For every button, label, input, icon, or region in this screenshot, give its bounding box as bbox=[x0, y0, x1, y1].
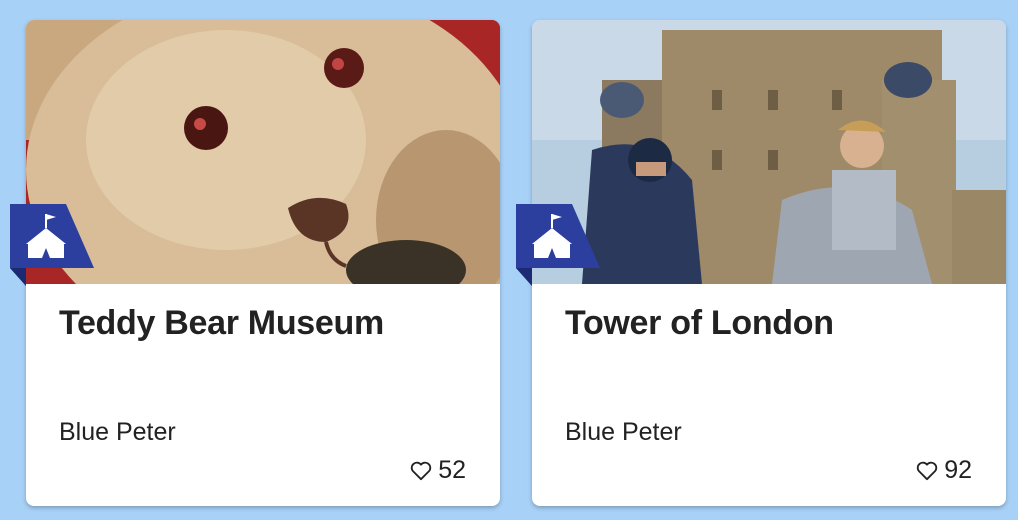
likes-count[interactable]: 92 bbox=[916, 456, 972, 485]
likes-count[interactable]: 52 bbox=[410, 456, 466, 485]
card-title[interactable]: Tower of London bbox=[565, 304, 985, 343]
card-channel: Blue Peter bbox=[565, 418, 682, 446]
card-image-tower[interactable] bbox=[532, 20, 1006, 284]
card-channel: Blue Peter bbox=[59, 418, 176, 446]
card-tower-of-london[interactable]: Tower of London Blue Peter 92 bbox=[516, 20, 1006, 506]
heart-icon bbox=[411, 461, 432, 480]
badge-tent-icon bbox=[516, 204, 600, 286]
card-teddy-bear-museum[interactable]: Teddy Bear Museum Blue Peter 52 bbox=[10, 20, 500, 506]
teddy-bear-photo bbox=[26, 20, 500, 284]
heart-icon bbox=[917, 461, 938, 480]
tower-of-london-photo bbox=[532, 20, 1006, 284]
likes-value: 52 bbox=[438, 456, 466, 484]
card-image-teddy-bear[interactable] bbox=[26, 20, 500, 284]
badge-tent-icon bbox=[10, 204, 94, 286]
likes-value: 92 bbox=[944, 456, 972, 484]
card-title[interactable]: Teddy Bear Museum bbox=[59, 304, 479, 343]
